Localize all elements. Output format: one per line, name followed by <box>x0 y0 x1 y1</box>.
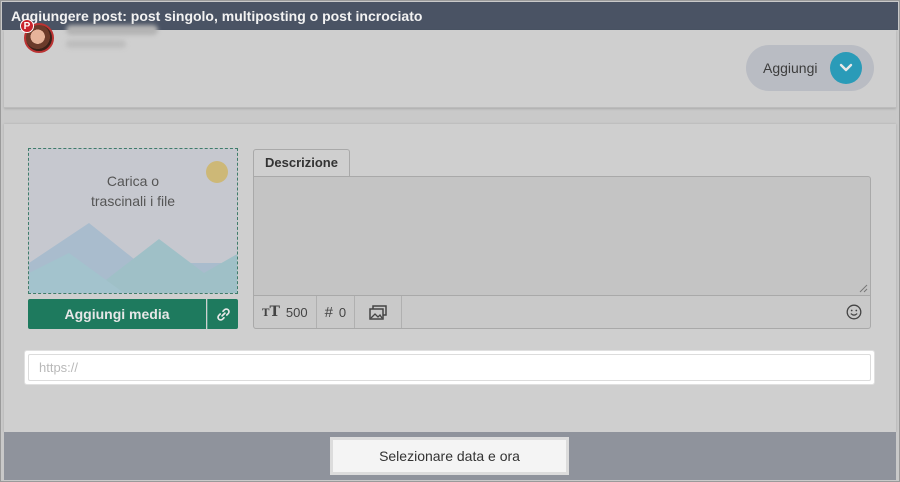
description-textarea[interactable] <box>253 176 871 296</box>
mountains-illustration <box>29 223 237 293</box>
link-url-input[interactable] <box>28 354 871 381</box>
text-size-icon: TT <box>262 304 280 320</box>
sun-icon <box>206 161 228 183</box>
link-field-wrapper <box>25 351 874 384</box>
hashtag-icon: # <box>324 303 333 321</box>
select-date-time-button[interactable]: Selezionare data e ora <box>330 437 569 475</box>
emoji-button[interactable] <box>846 304 870 320</box>
tab-description[interactable]: Descrizione <box>253 149 350 177</box>
account-handle-blurred <box>66 40 126 48</box>
pinterest-icon: P <box>20 19 34 33</box>
char-counter: TT 500 <box>254 296 317 328</box>
dropzone-text-line2: trascinali i file <box>90 193 176 209</box>
editor-toolbar: TT 500 # 0 <box>253 296 871 329</box>
media-library-button[interactable] <box>355 296 403 328</box>
chevron-down-icon[interactable] <box>830 52 862 84</box>
add-account-button[interactable]: Aggiungi <box>746 45 874 91</box>
resize-grip-icon[interactable] <box>858 283 868 293</box>
account-name-blurred <box>66 25 158 35</box>
char-count: 500 <box>285 304 308 320</box>
emoji-icon <box>846 304 862 320</box>
add-media-button[interactable]: Aggiungi media <box>28 299 206 329</box>
hashtag-counter: # 0 <box>317 296 356 328</box>
add-account-label: Aggiungi <box>763 60 818 76</box>
link-icon[interactable] <box>207 299 238 329</box>
gallery-icon <box>369 304 387 320</box>
hashtag-count: 0 <box>338 304 347 320</box>
media-dropzone[interactable]: Carica o trascinali i file <box>28 148 238 294</box>
